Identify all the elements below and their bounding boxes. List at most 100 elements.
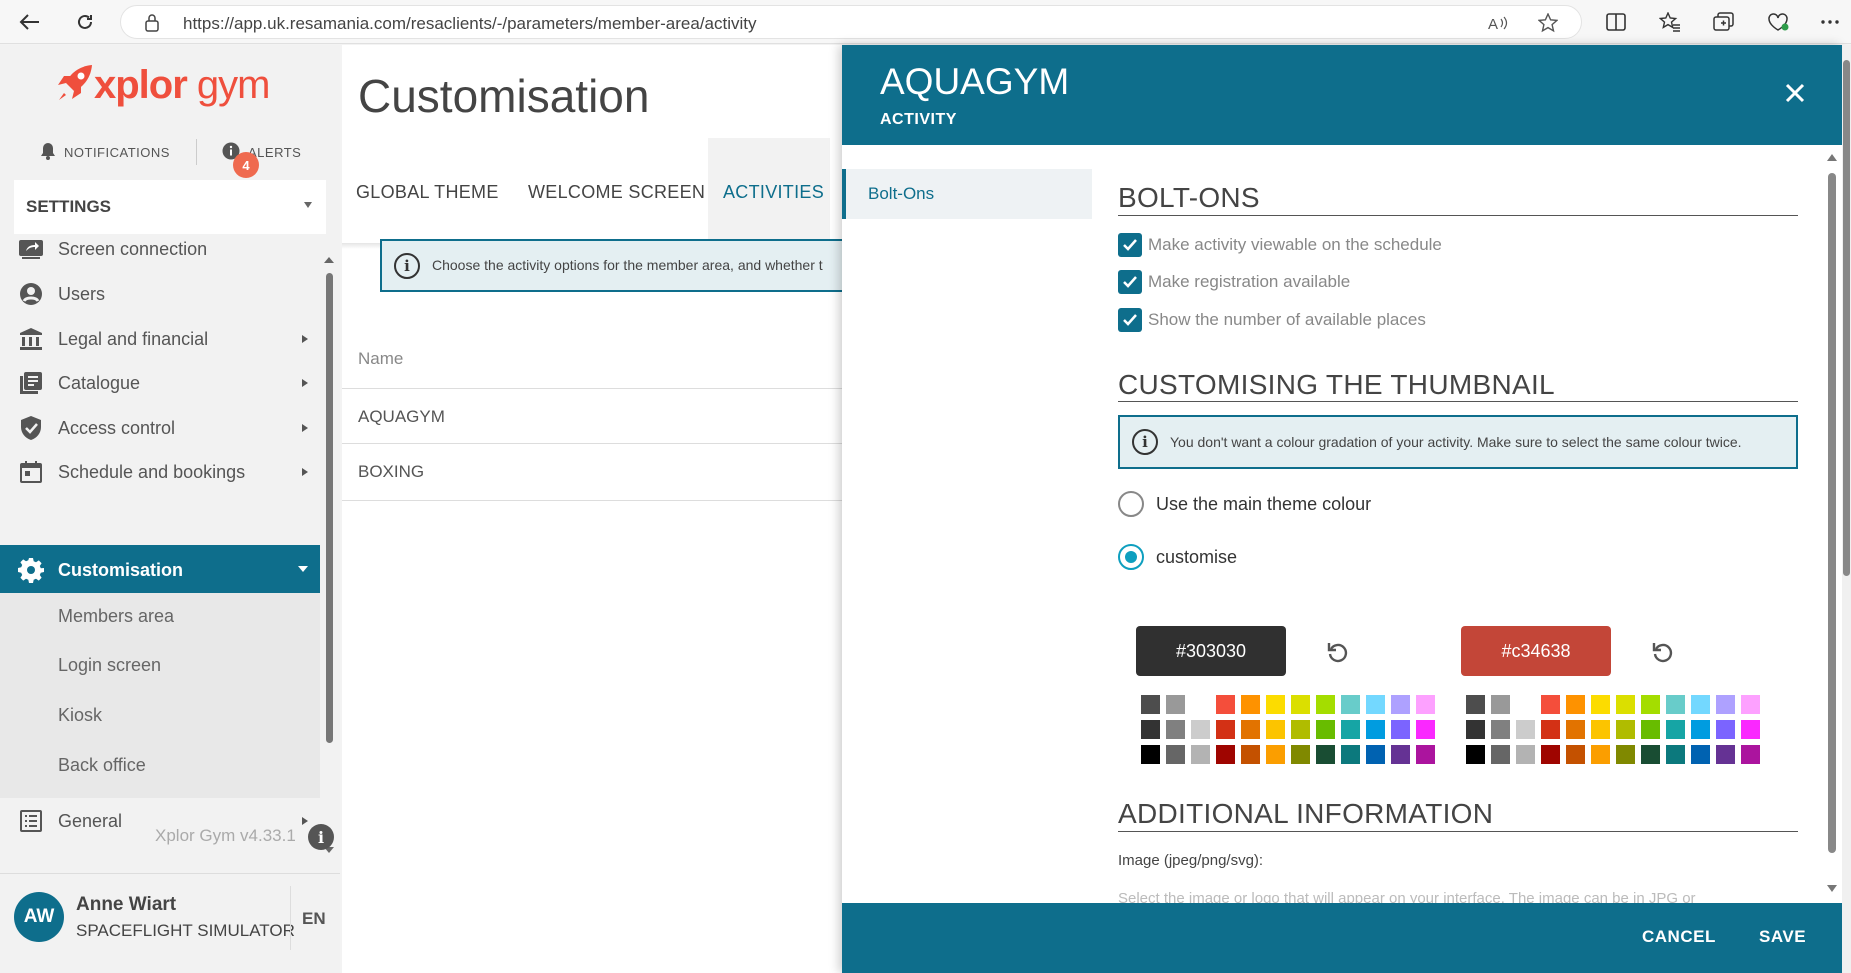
- colour-swatch[interactable]: [1591, 745, 1610, 764]
- colour-swatch[interactable]: [1666, 720, 1685, 739]
- colour-swatch[interactable]: [1166, 720, 1185, 739]
- colour-swatch[interactable]: [1391, 695, 1410, 714]
- colour-swatch[interactable]: [1741, 695, 1760, 714]
- colour-swatch[interactable]: [1291, 745, 1310, 764]
- tab-welcome-screen[interactable]: WELCOME SCREEN: [528, 182, 705, 203]
- colour-swatch[interactable]: [1191, 720, 1210, 739]
- colour-swatch[interactable]: [1541, 695, 1560, 714]
- colour-swatch[interactable]: [1241, 720, 1260, 739]
- colour-swatch[interactable]: [1716, 695, 1735, 714]
- colour-swatch[interactable]: [1641, 720, 1660, 739]
- table-row-aquagym[interactable]: AQUAGYM: [358, 407, 445, 427]
- dialog-scroll-thumb[interactable]: [1828, 173, 1836, 853]
- dialog-nav-bolt-ons[interactable]: Bolt-Ons: [842, 169, 1092, 219]
- colour-swatch[interactable]: [1141, 720, 1160, 739]
- colour-swatch[interactable]: [1141, 745, 1160, 764]
- colour-swatch[interactable]: [1466, 695, 1485, 714]
- colour-swatch[interactable]: [1241, 695, 1260, 714]
- logo[interactable]: xplor gym: [56, 63, 270, 108]
- page-scroll-thumb[interactable]: [1843, 60, 1850, 576]
- colour-swatch[interactable]: [1216, 720, 1235, 739]
- colour-swatch[interactable]: [1191, 695, 1210, 714]
- checkbox-available-places[interactable]: Show the number of available places: [1118, 307, 1426, 333]
- colour-swatch[interactable]: [1166, 745, 1185, 764]
- colour-swatch[interactable]: [1616, 720, 1635, 739]
- table-row-boxing[interactable]: BOXING: [358, 462, 424, 482]
- column-header-name[interactable]: Name: [358, 349, 403, 369]
- tab-global-theme[interactable]: GLOBAL THEME: [356, 182, 499, 203]
- colour-swatch[interactable]: [1666, 745, 1685, 764]
- colour-swatch[interactable]: [1691, 720, 1710, 739]
- collections-icon[interactable]: [1709, 8, 1739, 36]
- radio-main-theme-colour[interactable]: Use the main theme colour: [1118, 490, 1371, 518]
- sidebar-scroll-thumb[interactable]: [326, 273, 333, 743]
- back-arrow-icon[interactable]: [15, 8, 45, 36]
- colour-swatch[interactable]: [1341, 745, 1360, 764]
- colour-swatch[interactable]: [1741, 745, 1760, 764]
- colour-swatch[interactable]: [1366, 720, 1385, 739]
- colour-swatch[interactable]: [1666, 695, 1685, 714]
- colour-swatch[interactable]: [1416, 695, 1435, 714]
- colour-swatch[interactable]: [1691, 695, 1710, 714]
- colour-swatch[interactable]: [1316, 695, 1335, 714]
- notifications-button[interactable]: NOTIFICATIONS: [40, 142, 170, 163]
- colour-swatch[interactable]: [1741, 720, 1760, 739]
- sub-item-members-area[interactable]: Members area: [58, 606, 174, 627]
- scroll-down-arrow-icon[interactable]: [1827, 885, 1837, 892]
- address-bar[interactable]: https://app.uk.resamania.com/resaclients…: [120, 5, 1582, 39]
- sidebar-item-schedule-bookings[interactable]: Schedule and bookings: [0, 448, 320, 496]
- favorites-icon[interactable]: [1655, 8, 1685, 36]
- sidebar-item-customisation[interactable]: Customisation: [0, 545, 320, 595]
- user-profile[interactable]: AW Anne Wiart SPACEFLIGHT SIMULATOR EN: [0, 873, 340, 973]
- colour-swatch[interactable]: [1541, 745, 1560, 764]
- colour-swatch[interactable]: [1391, 720, 1410, 739]
- colour-swatch[interactable]: [1616, 745, 1635, 764]
- split-screen-icon[interactable]: [1601, 8, 1631, 36]
- colour-swatch[interactable]: [1591, 720, 1610, 739]
- colour-swatch[interactable]: [1516, 745, 1535, 764]
- colour-swatch[interactable]: [1716, 745, 1735, 764]
- colour-swatch[interactable]: [1566, 745, 1585, 764]
- reset-icon[interactable]: [1324, 638, 1352, 666]
- sidebar-item-access-control[interactable]: Access control: [0, 404, 320, 452]
- colour-swatch[interactable]: [1391, 745, 1410, 764]
- more-menu-icon[interactable]: [1815, 8, 1845, 36]
- save-button[interactable]: SAVE: [1759, 927, 1806, 947]
- colour-swatch[interactable]: [1491, 745, 1510, 764]
- sidebar-item-legal-financial[interactable]: Legal and financial: [0, 315, 320, 363]
- checkbox-registration-available[interactable]: Make registration available: [1118, 269, 1350, 295]
- colour-swatch[interactable]: [1691, 745, 1710, 764]
- colour-swatch[interactable]: [1341, 720, 1360, 739]
- reset-icon[interactable]: [1649, 638, 1677, 666]
- favorite-star-icon[interactable]: [1535, 12, 1561, 34]
- colour-swatch[interactable]: [1566, 695, 1585, 714]
- colour-swatch[interactable]: [1541, 720, 1560, 739]
- colour-swatch[interactable]: [1266, 720, 1285, 739]
- colour-swatch[interactable]: [1366, 695, 1385, 714]
- language-selector[interactable]: EN: [302, 909, 326, 929]
- colour-swatch[interactable]: [1641, 745, 1660, 764]
- browser-essentials-icon[interactable]: [1763, 8, 1793, 36]
- colour-swatch[interactable]: [1166, 695, 1185, 714]
- colour-swatch[interactable]: [1416, 745, 1435, 764]
- colour-swatch[interactable]: [1491, 695, 1510, 714]
- colour-swatch[interactable]: [1341, 695, 1360, 714]
- close-icon[interactable]: [1777, 75, 1813, 111]
- colour-swatch[interactable]: [1716, 720, 1735, 739]
- scroll-up-arrow-icon[interactable]: [1827, 154, 1837, 161]
- refresh-icon[interactable]: [70, 8, 100, 36]
- colour-swatch[interactable]: [1316, 745, 1335, 764]
- colour-swatch[interactable]: [1466, 720, 1485, 739]
- radio-customise[interactable]: customise: [1118, 543, 1237, 571]
- colour-swatch[interactable]: [1266, 745, 1285, 764]
- colour-swatch[interactable]: [1491, 720, 1510, 739]
- colour-swatch[interactable]: [1516, 720, 1535, 739]
- colour-picker-button-1[interactable]: #303030: [1136, 626, 1286, 676]
- colour-swatch[interactable]: [1591, 695, 1610, 714]
- colour-swatch[interactable]: [1616, 695, 1635, 714]
- colour-swatch[interactable]: [1291, 695, 1310, 714]
- sidebar-item-users[interactable]: Users: [0, 270, 320, 318]
- colour-swatch[interactable]: [1216, 745, 1235, 764]
- colour-swatch[interactable]: [1566, 720, 1585, 739]
- colour-swatch[interactable]: [1516, 695, 1535, 714]
